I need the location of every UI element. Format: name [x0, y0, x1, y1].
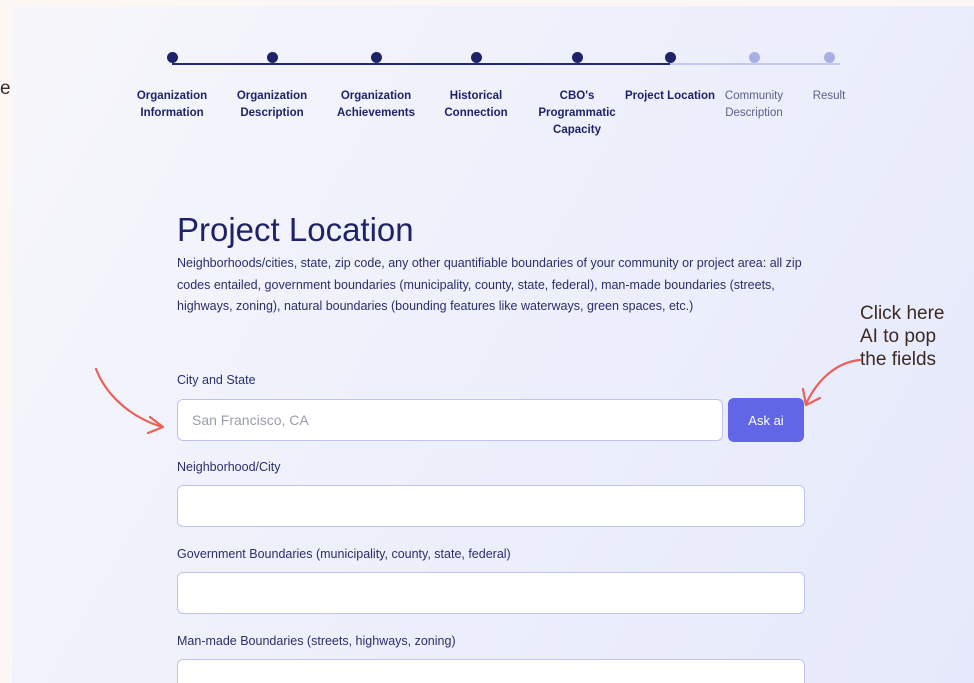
step-dot	[266, 52, 278, 63]
ask-ai-button[interactable]: Ask ai	[728, 398, 804, 442]
step-label: Result	[812, 90, 846, 102]
step-organization-achievements[interactable]: Organization Achievements	[321, 52, 431, 122]
step-dot	[166, 52, 178, 63]
city-state-label: City and State	[177, 373, 256, 387]
step-dot	[370, 52, 382, 63]
step-organization-information[interactable]: Organization Information	[117, 52, 227, 122]
step-dot	[748, 52, 760, 63]
government-boundaries-input[interactable]	[177, 572, 805, 614]
government-boundaries-label: Government Boundaries (municipality, cou…	[177, 547, 511, 561]
ai-help-annotation: Click here AI to pop the fields	[860, 303, 945, 370]
manmade-boundaries-input[interactable]	[177, 659, 805, 683]
city-state-input[interactable]	[177, 399, 723, 441]
page-title: Project Location	[177, 211, 414, 248]
step-dot	[823, 52, 835, 63]
step-dot	[470, 52, 482, 63]
step-label: Organization Description	[236, 90, 308, 119]
progress-stepper: Organization Information Organization De…	[12, 6, 974, 146]
step-organization-description[interactable]: Organization Description	[217, 52, 327, 122]
form-page: Organization Information Organization De…	[12, 6, 974, 683]
step-dot	[571, 52, 583, 63]
clipped-side-text: e	[0, 78, 11, 99]
neighborhood-city-label: Neighborhood/City	[177, 460, 281, 474]
page-description: Neighborhoods/cities, state, zip code, a…	[177, 256, 802, 313]
step-label: Historical Connection	[444, 90, 508, 119]
step-label: Organization Achievements	[337, 90, 415, 119]
step-label: Organization Information	[136, 90, 208, 119]
step-result[interactable]: Result	[774, 52, 884, 105]
step-dot	[664, 52, 676, 63]
pointer-arrow-icon	[801, 358, 862, 407]
neighborhood-city-input[interactable]	[177, 485, 805, 527]
manmade-boundaries-label: Man-made Boundaries (streets, highways, …	[177, 634, 456, 648]
pointer-arrow-icon	[94, 367, 165, 435]
step-historical-connection[interactable]: Historical Connection	[421, 52, 531, 122]
